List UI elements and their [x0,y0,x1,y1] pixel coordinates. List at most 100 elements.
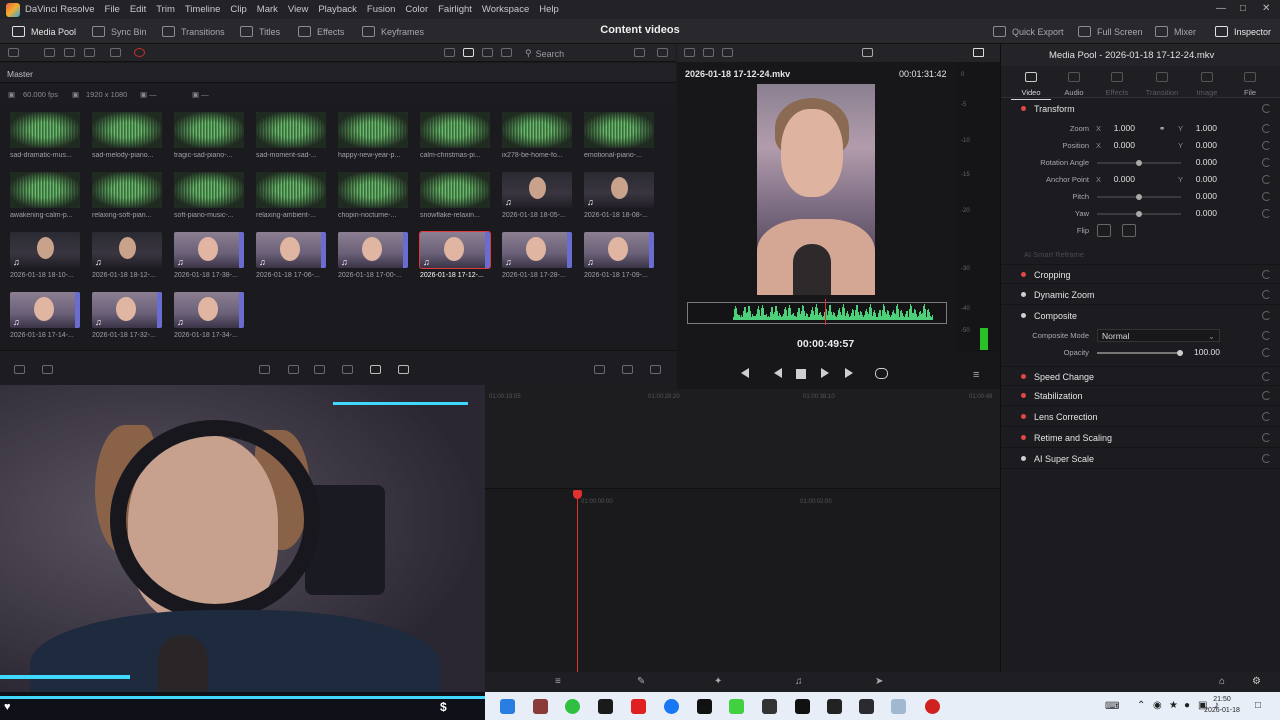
stop-icon[interactable] [796,369,806,379]
menu-mark[interactable]: Mark [257,4,278,15]
obs-icon[interactable] [925,699,940,714]
composite-section[interactable]: Composite [1001,306,1280,326]
tray-chevron-icon[interactable]: ⌃ [1137,700,1145,711]
menu-trim[interactable]: Trim [156,4,175,15]
opacity-field[interactable]: 100.00 [1183,347,1220,359]
menu-fusion[interactable]: Fusion [367,4,396,15]
ai-super-scale-section[interactable]: AI Super Scale [1001,449,1280,469]
composite-reset-icon[interactable] [1262,311,1271,320]
home-icon[interactable]: ⌂ [1219,676,1225,687]
audio-clip-thumbnail[interactable] [10,172,80,208]
retime-scaling-dot[interactable] [1021,435,1026,440]
zoom-reset-icon[interactable] [1262,124,1271,133]
loop-icon[interactable] [875,368,888,379]
timeline-panel[interactable]: 01:00:19:05 01:00:28:20 01:00:38:10 01:0… [485,389,1000,672]
timeline-view-icon[interactable] [594,365,605,374]
rotation-field[interactable]: 0.000 [1165,157,1217,169]
keyframes-button[interactable]: Keyframes [362,19,424,44]
audio-clip-thumbnail[interactable] [174,172,244,208]
place-on-top-icon[interactable] [370,365,381,374]
position-x-field[interactable]: 0.000 [1083,140,1135,152]
upper-timeline[interactable]: 01:00:19:05 01:00:28:20 01:00:38:10 01:0… [485,389,1000,489]
yaw-slider-knob[interactable] [1136,211,1142,217]
media-pool-button[interactable]: Media Pool [12,19,76,44]
ai-reframe-label[interactable]: AI Smart Reframe [1024,250,1084,259]
sort-icon[interactable] [634,48,645,57]
anchor-y-field[interactable]: 0.000 [1165,174,1217,186]
transform-section[interactable]: Transform [1001,99,1280,119]
fusion-page-icon[interactable]: ✦ [714,676,722,687]
tab-audio[interactable]: Audio [1054,72,1094,97]
flip-horizontal-icon[interactable] [1097,224,1111,237]
menu-timeline[interactable]: Timeline [185,4,221,15]
zoom-y-field[interactable]: 1.000 [1165,123,1217,135]
play-icon[interactable] [821,368,829,378]
list-toggle-icon[interactable] [14,365,25,374]
cropping-dot[interactable] [1021,272,1026,277]
speed-change-section[interactable]: Speed Change [1001,366,1280,386]
facebook-icon[interactable] [664,699,679,714]
safe-area-icon[interactable] [703,48,714,57]
menu-icon[interactable]: ≡ [973,369,979,381]
yaw-reset-icon[interactable] [1262,209,1271,218]
zoom-icon[interactable] [650,365,661,374]
composite-dot[interactable] [1021,313,1026,318]
menu-view[interactable]: View [288,4,308,15]
import-icon[interactable] [64,48,75,57]
dynamic-zoom-reset-icon[interactable] [1262,290,1271,299]
video-clip-thumbnail[interactable]: ♫ [174,292,244,328]
cut-page-icon[interactable]: ≡ [555,676,561,687]
menu-playback[interactable]: Playback [318,4,357,15]
pitch-reset-icon[interactable] [1262,192,1271,201]
rotation-reset-icon[interactable] [1262,158,1271,167]
keyboard-icon[interactable]: ⌨ [1105,701,1119,712]
lens-correction-dot[interactable] [1021,414,1026,419]
menu-clip[interactable]: Clip [230,4,246,15]
pitch-slider-knob[interactable] [1136,194,1142,200]
stabilization-dot[interactable] [1021,393,1026,398]
video-clip-thumbnail[interactable]: ♫ [10,232,80,268]
terminal-icon[interactable] [598,699,613,714]
thumbnail-view-icon[interactable] [463,48,474,57]
search-box[interactable]: ⚲ Search [525,47,625,60]
audio-clip-thumbnail[interactable] [338,172,408,208]
tab-transition[interactable]: Transition [1142,72,1182,97]
notification-icon[interactable]: □ [1255,700,1261,711]
overwrite-clip-icon[interactable] [288,365,299,374]
tab-file[interactable]: File [1230,72,1270,97]
volume-icon[interactable] [973,48,984,57]
pitch-field[interactable]: 0.000 [1165,191,1217,203]
fit-to-fill-icon[interactable] [342,365,353,374]
video-clip-thumbnail[interactable]: ♫ [92,292,162,328]
composite-mode-dropdown[interactable]: Normal ⌄ [1097,329,1220,342]
insert-clip-icon[interactable] [259,365,270,374]
audio-clip-thumbnail[interactable] [174,112,244,148]
reverse-icon[interactable] [774,368,782,378]
full-screen-button[interactable]: Full Screen [1078,19,1143,44]
video-clip-thumbnail[interactable]: ♫ [10,292,80,328]
flip-vertical-icon[interactable] [1122,224,1136,237]
menu-color[interactable]: Color [405,4,428,15]
video-clip-thumbnail[interactable]: ♫ [584,172,654,208]
search-input[interactable]: Search [536,49,565,59]
quick-export-button[interactable]: Quick Export [993,19,1064,44]
capcut-icon[interactable] [762,699,777,714]
lens-correction-section[interactable]: Lens Correction [1001,407,1280,427]
cropping-section[interactable]: Cropping [1001,264,1280,284]
position-y-field[interactable]: 0.000 [1165,140,1217,152]
mixer-button[interactable]: Mixer [1155,19,1196,44]
minimize-icon[interactable]: — [1216,3,1226,14]
anchor-x-field[interactable]: 0.000 [1083,174,1135,186]
scrubber-playhead[interactable] [825,299,826,325]
unlink-icon[interactable] [134,48,145,57]
audio-clip-thumbnail[interactable] [92,112,162,148]
maximize-icon[interactable]: □ [1240,3,1246,14]
audio-view-icon[interactable] [862,48,873,57]
transform-reset-icon[interactable] [1262,104,1271,113]
dynamic-zoom-section[interactable]: Dynamic Zoom [1001,285,1280,305]
opacity-slider[interactable] [1097,350,1183,356]
video-clip-thumbnail[interactable]: ♫ [256,232,326,268]
audio-waveform-icon[interactable] [42,365,53,374]
audio-clip-thumbnail[interactable] [256,172,326,208]
audio-clip-thumbnail[interactable] [256,112,326,148]
